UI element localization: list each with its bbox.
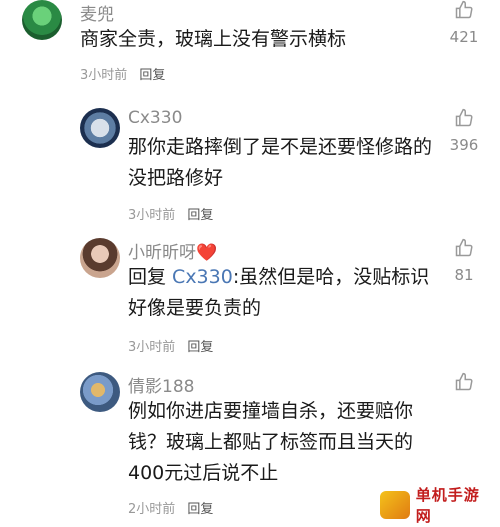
comment-meta: 3小时前 回复 <box>80 64 165 83</box>
like-button[interactable]: 81 <box>444 238 484 284</box>
photo-avatar-icon[interactable] <box>80 372 120 412</box>
like-count: 421 <box>449 28 479 46</box>
heart-emoji-icon: ❤️ <box>196 243 218 263</box>
comment-time: 2小时前 <box>128 502 176 517</box>
comment-username[interactable]: Cx330 <box>128 108 182 128</box>
comment-meta: 2小时前 回复 <box>128 498 213 517</box>
watermark-logo-icon <box>380 491 410 519</box>
reply-button[interactable]: 回复 <box>139 68 165 83</box>
comment-text: 那你走路摔倒了是不是还要怪修路的没把路修好 <box>128 136 433 189</box>
reply-button[interactable]: 回复 <box>187 502 213 517</box>
reply-button[interactable]: 回复 <box>187 208 213 223</box>
cartoon-avatar-icon[interactable] <box>22 0 62 40</box>
comment-text: 回复 Cx330:虽然但是哈，没贴标识好像是要负责的 <box>128 262 438 324</box>
thumbs-up-icon <box>455 238 473 257</box>
thumbs-up-icon <box>455 0 473 19</box>
thumbs-up-icon <box>455 108 473 127</box>
comment-text: 例如你进店要撞墙自杀，还要赔你钱？玻璃上都贴了标签而且当天的400元过后说不止 <box>128 400 414 484</box>
comment-time: 3小时前 <box>80 68 128 83</box>
thumbs-up-icon <box>455 372 473 391</box>
like-count: 81 <box>454 266 474 284</box>
comment-meta: 3小时前 回复 <box>128 336 213 355</box>
reply-button[interactable]: 回复 <box>187 340 213 355</box>
like-button[interactable] <box>444 372 484 392</box>
comment-time: 3小时前 <box>128 208 176 223</box>
comment-time: 3小时前 <box>128 340 176 355</box>
comment-username[interactable]: 麦兜 <box>80 0 114 25</box>
reply-prefix: 回复 <box>128 266 173 288</box>
like-count: 396 <box>449 136 479 154</box>
like-button[interactable]: 396 <box>444 108 484 154</box>
mention-link[interactable]: Cx330 <box>172 266 233 288</box>
like-button[interactable]: 421 <box>444 0 484 46</box>
site-watermark: 单机手游网 <box>380 486 495 525</box>
comment-username[interactable]: 倩影188 <box>128 372 194 397</box>
comment-text: 商家全责，玻璃上没有警示横标 <box>80 28 347 50</box>
comment-username[interactable]: 小昕昕呀❤️ <box>128 238 217 263</box>
comment-meta: 3小时前 回复 <box>128 204 213 223</box>
girl-avatar-icon[interactable] <box>80 238 120 278</box>
moon-avatar-icon[interactable] <box>80 108 120 148</box>
watermark-text: 单机手游网 <box>415 486 480 525</box>
username-text: 小昕昕呀 <box>128 243 196 263</box>
